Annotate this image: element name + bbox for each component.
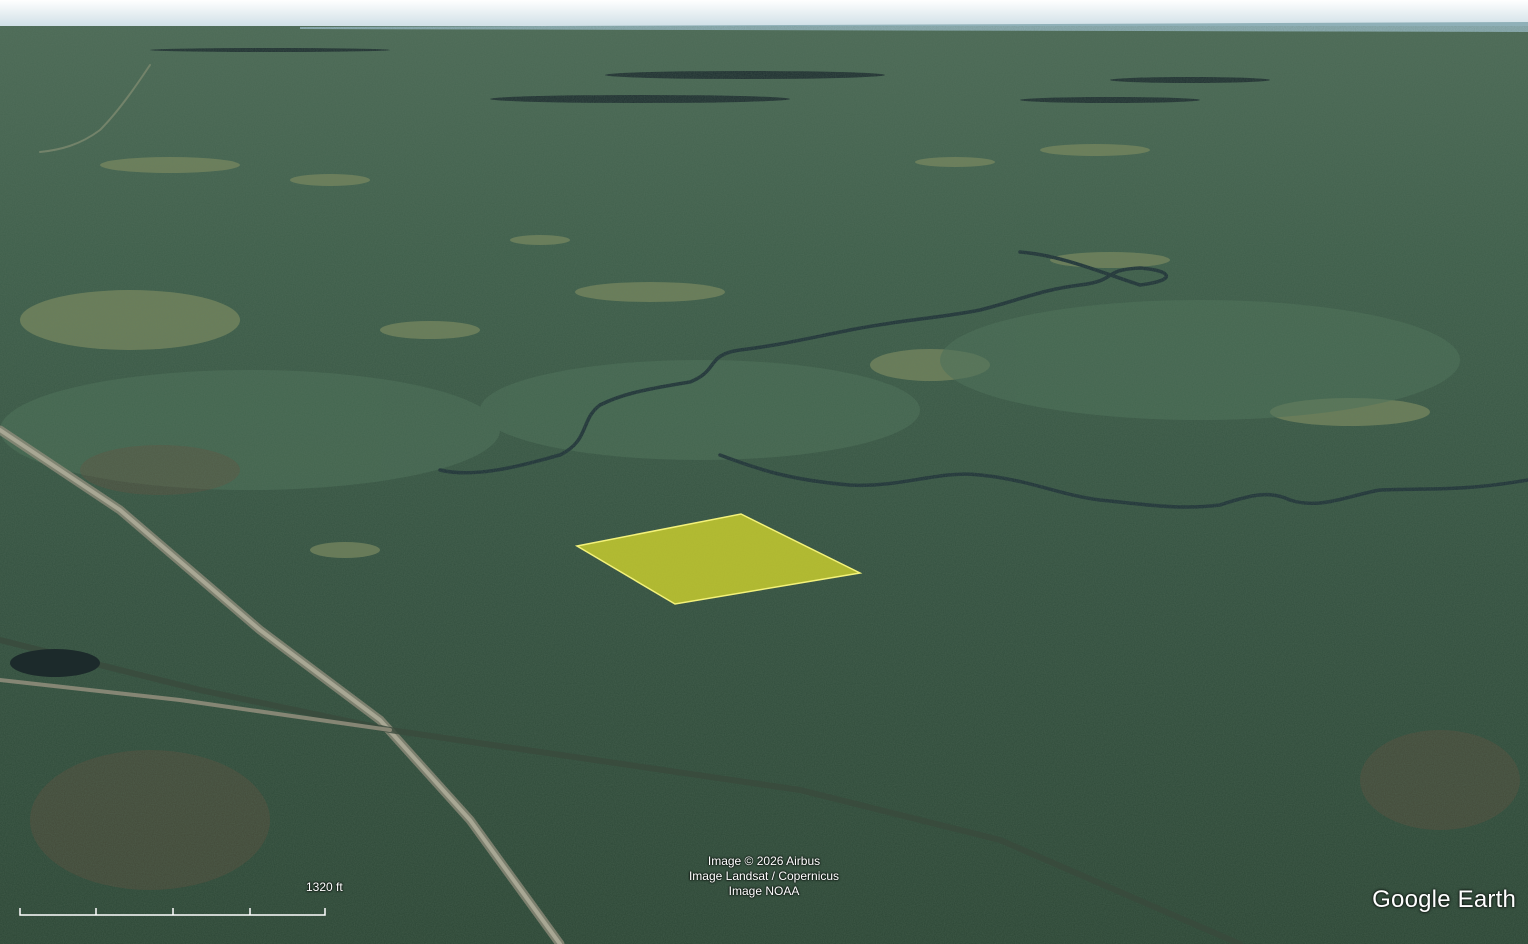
imagery-attribution: Image © 2026 Airbus Image Landsat / Cope… [664, 854, 864, 899]
pond [10, 649, 100, 677]
attribution-line-3: Image NOAA [728, 884, 800, 898]
scale-bar: 1320 ft [18, 880, 343, 920]
forest-texture [0, 26, 1528, 944]
attribution-line-2: Image Landsat / Copernicus [688, 869, 840, 883]
map-viewport[interactable]: Image © 2026 Airbus Image Landsat / Cope… [0, 0, 1528, 944]
satellite-terrain[interactable] [0, 0, 1528, 944]
scale-bar-label: 1320 ft [306, 880, 343, 894]
google-earth-logo: Google Earth [1372, 886, 1516, 913]
attribution-line-1: Image © 2026 Airbus [707, 854, 821, 868]
